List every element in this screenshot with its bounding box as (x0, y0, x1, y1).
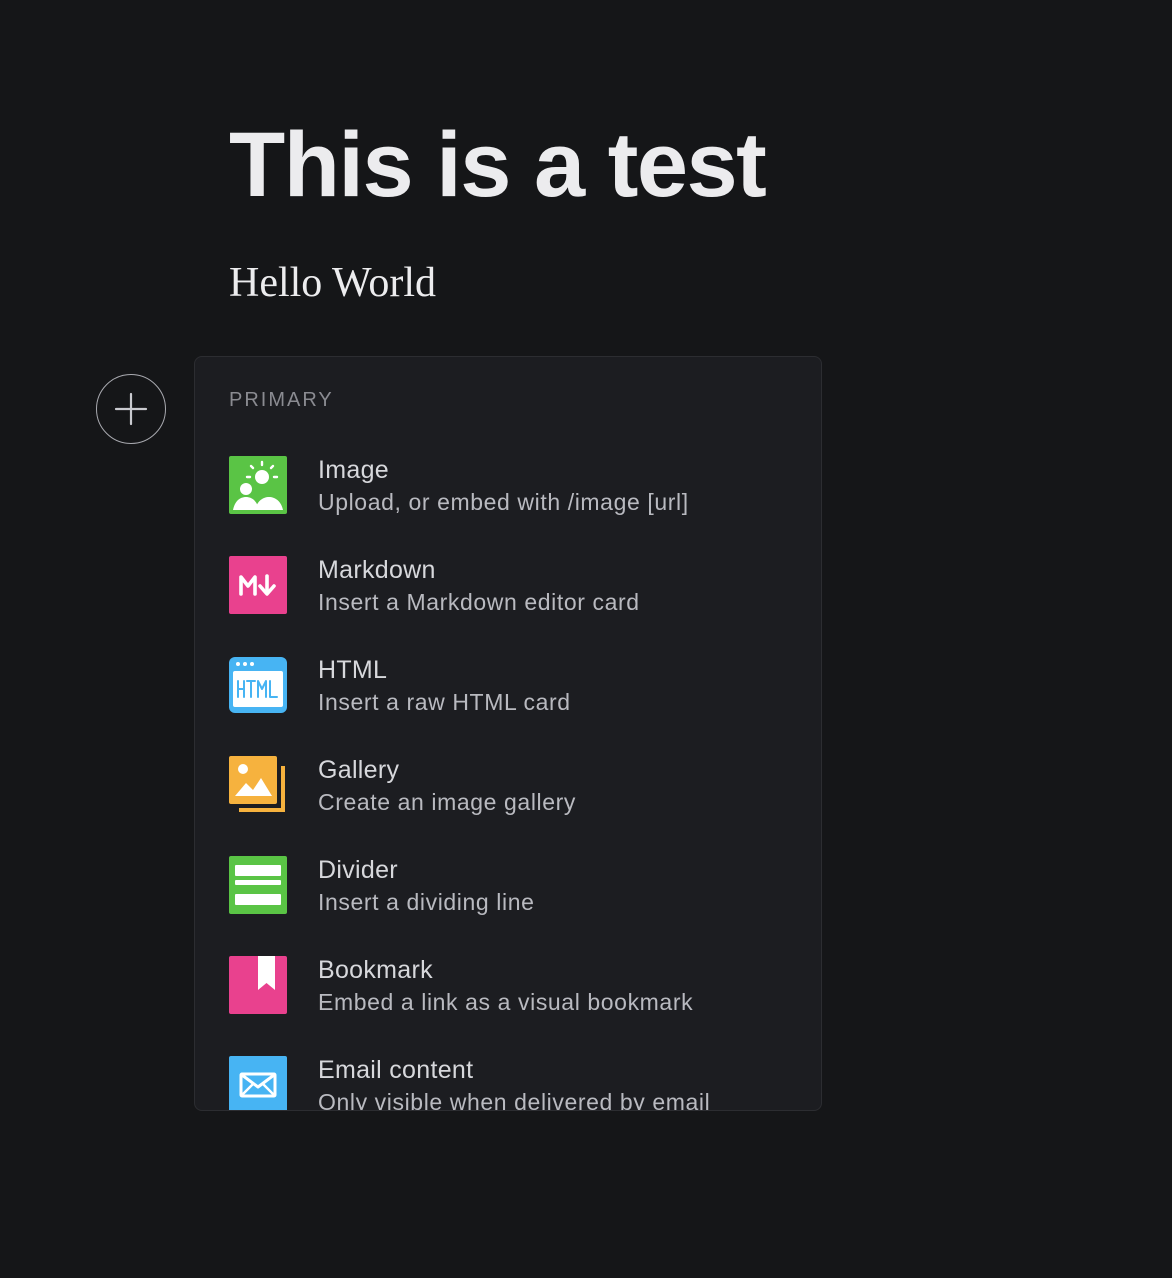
post-body-paragraph[interactable]: Hello World (229, 258, 436, 308)
card-menu-item-description: Only visible when delivered by email (318, 1089, 711, 1111)
card-menu-item-description: Create an image gallery (318, 789, 576, 815)
card-menu-item-title: Image (318, 456, 389, 484)
card-menu-item-email-content[interactable]: Email content Only visible when delivere… (195, 1056, 821, 1111)
card-menu-item-description: Insert a Markdown editor card (318, 589, 640, 615)
card-menu-item-title: Bookmark (318, 956, 433, 984)
email-icon (229, 1056, 287, 1110)
card-menu-item-description: Embed a link as a visual bookmark (318, 989, 694, 1015)
card-menu-item-bookmark[interactable]: Bookmark Embed a link as a visual bookma… (195, 956, 821, 1056)
card-menu-item-gallery[interactable]: Gallery Create an image gallery (195, 756, 821, 856)
card-menu-item-title: Email content (318, 1056, 474, 1084)
html-icon (229, 657, 287, 713)
card-menu-item-html[interactable]: HTML Insert a raw HTML card (195, 656, 821, 756)
gallery-icon (229, 756, 285, 812)
card-menu-item-description: Insert a raw HTML card (318, 689, 571, 715)
card-menu-item-divider[interactable]: Divider Insert a dividing line (195, 856, 821, 956)
card-menu-item-title: Divider (318, 856, 398, 884)
markdown-icon (229, 556, 287, 614)
card-menu-item-image[interactable]: Image Upload, or embed with /image [url] (195, 456, 821, 556)
add-card-button[interactable] (96, 374, 166, 444)
plus-icon (114, 392, 148, 426)
card-menu-item-title: Gallery (318, 756, 400, 784)
card-menu-item-title: Markdown (318, 556, 436, 584)
card-menu-item-title: HTML (318, 656, 388, 684)
card-menu-item-description: Insert a dividing line (318, 889, 535, 915)
card-menu: PRIMARY Image Upload, or embed with /ima… (194, 356, 822, 1111)
card-menu-item-markdown[interactable]: Markdown Insert a Markdown editor card (195, 556, 821, 656)
bookmark-icon (229, 956, 287, 1014)
image-icon (229, 456, 287, 514)
post-title[interactable]: This is a test (229, 110, 767, 220)
divider-icon (229, 856, 287, 914)
section-label-primary: PRIMARY (229, 389, 334, 411)
card-menu-item-description: Upload, or embed with /image [url] (318, 489, 689, 515)
